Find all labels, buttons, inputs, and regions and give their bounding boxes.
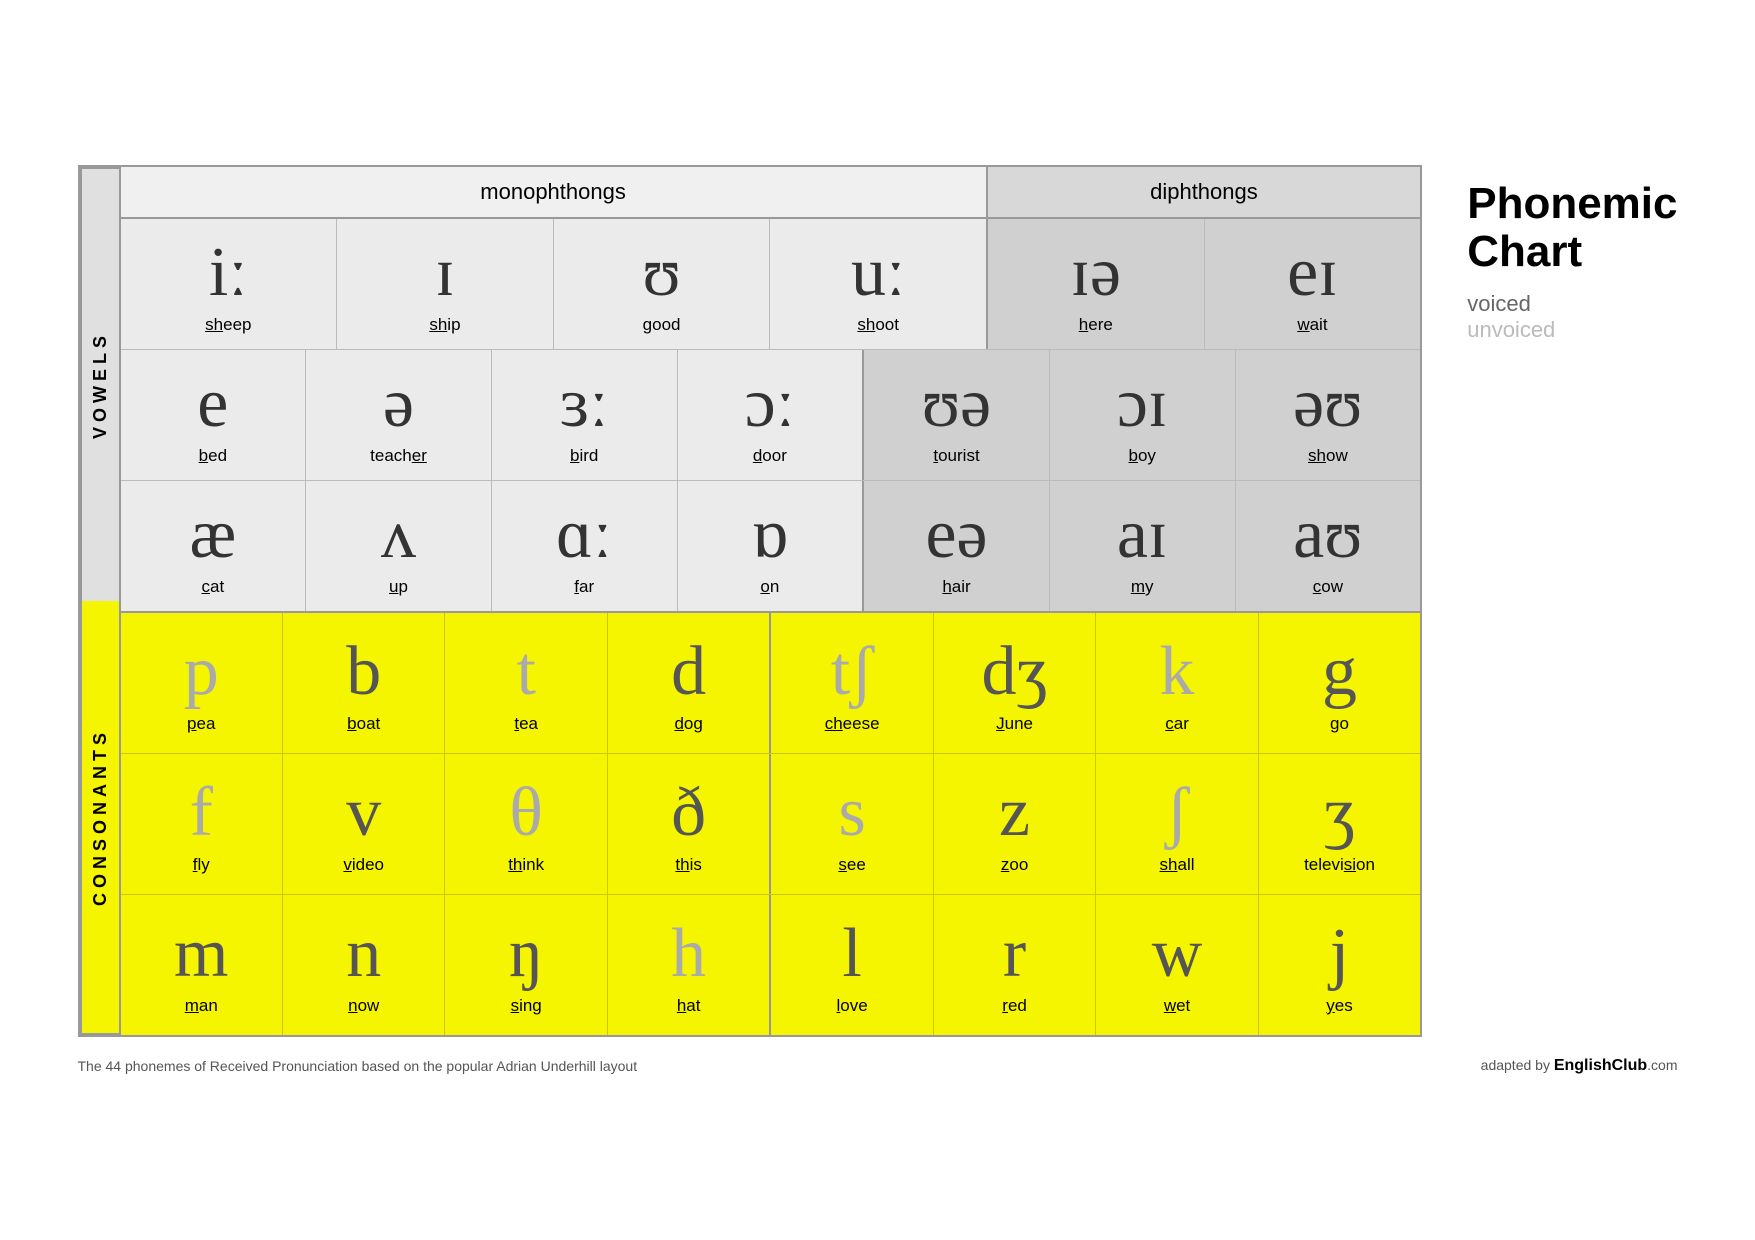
cell-3long: ɜː bird (492, 350, 678, 480)
title-block: Phonemic Chart voiced unvoiced (1467, 165, 1677, 343)
vowels-section: iː sheep ɪ ship ʊ good uː (121, 219, 1421, 611)
cell-dz: dʒ June (934, 613, 1096, 753)
footer-left: The 44 phonemes of Received Pronunciatio… (78, 1058, 638, 1074)
main-grid: monophthongs diphthongs iː sheep (121, 167, 1421, 1035)
cell-ia: ɪə here (988, 219, 1205, 349)
cell-r: r red (934, 895, 1096, 1035)
monophthongs-header: monophthongs (121, 167, 988, 217)
chart-and-title: VOWELS CONSONANTS monophthongs diphthong… (78, 165, 1678, 1037)
cell-ua: ʊə tourist (864, 350, 1050, 480)
title-unvoiced: unvoiced (1467, 317, 1555, 343)
cell-m: m man (121, 895, 283, 1035)
header-row: monophthongs diphthongs (121, 167, 1421, 219)
consonants-label: CONSONANTS (80, 601, 119, 1035)
cell-l: l love (771, 895, 933, 1035)
cell-ei: eɪ wait (1205, 219, 1421, 349)
vowel-row-3: æ cat ʌ up ɑː far ɒ on (121, 481, 1421, 611)
cell-t: t tea (445, 613, 607, 753)
cell-wedge: ʌ up (306, 481, 492, 611)
cell-h: h hat (608, 895, 771, 1035)
cell-ea: eə hair (864, 481, 1050, 611)
cell-ng: ŋ sing (445, 895, 607, 1035)
footer: The 44 phonemes of Received Pronunciatio… (78, 1057, 1678, 1075)
title-phonemic: Phonemic (1467, 180, 1677, 228)
cell-open-o: ɒ on (678, 481, 865, 611)
vowel-row-2: e bed ə teacher ɜː bird ɔː (121, 350, 1421, 481)
cell-g: g go (1259, 613, 1420, 753)
cell-tsh: tʃ cheese (771, 613, 933, 753)
cell-n: n now (283, 895, 445, 1035)
consonants-section: p pea b boat t tea d dog (121, 611, 1421, 1035)
cell-j: j yes (1259, 895, 1420, 1035)
cell-schwa-u: əʊ show (1236, 350, 1421, 480)
cell-upsilon: ʊ good (554, 219, 771, 349)
phonemic-table: VOWELS CONSONANTS monophthongs diphthong… (78, 165, 1423, 1037)
consonant-row-3: m man n now ŋ sing h hat (121, 895, 1421, 1035)
consonant-row-1: p pea b boat t tea d dog (121, 613, 1421, 754)
vowels-label: VOWELS (80, 167, 119, 601)
cell-f: f fly (121, 754, 283, 894)
cell-eth: ð this (608, 754, 771, 894)
footer-right: adapted by EnglishClub.com (1481, 1057, 1678, 1075)
cell-ae: æ cat (121, 481, 307, 611)
cell-along: ɑː far (492, 481, 678, 611)
cell-p: p pea (121, 613, 283, 753)
cell-w: w wet (1096, 895, 1258, 1035)
cell-schwa: ə teacher (306, 350, 492, 480)
cell-s: s see (771, 754, 933, 894)
title-chart: Chart (1467, 228, 1582, 276)
cell-au: aʊ cow (1236, 481, 1421, 611)
cell-k: k car (1096, 613, 1258, 753)
page-wrapper: VOWELS CONSONANTS monophthongs diphthong… (78, 165, 1678, 1075)
cell-b: b boat (283, 613, 445, 753)
cell-theta: θ think (445, 754, 607, 894)
cell-ii: iː sheep (121, 219, 338, 349)
cell-ai: aɪ my (1050, 481, 1236, 611)
diphthongs-header: diphthongs (988, 167, 1421, 217)
title-voiced: voiced (1467, 291, 1531, 317)
cell-I: ɪ ship (337, 219, 554, 349)
cell-olong: ɔː door (678, 350, 865, 480)
cell-e: e bed (121, 350, 307, 480)
consonant-row-2: f fly v video θ think ð (121, 754, 1421, 895)
cell-3: ʒ television (1259, 754, 1420, 894)
cell-uu: uː shoot (770, 219, 988, 349)
cell-z: z zoo (934, 754, 1096, 894)
labels-column: VOWELS CONSONANTS (80, 167, 121, 1035)
cell-sh: ʃ shall (1096, 754, 1258, 894)
cell-oi: ɔɪ boy (1050, 350, 1236, 480)
cell-v: v video (283, 754, 445, 894)
cell-d: d dog (608, 613, 771, 753)
vowel-row-1: iː sheep ɪ ship ʊ good uː (121, 219, 1421, 350)
